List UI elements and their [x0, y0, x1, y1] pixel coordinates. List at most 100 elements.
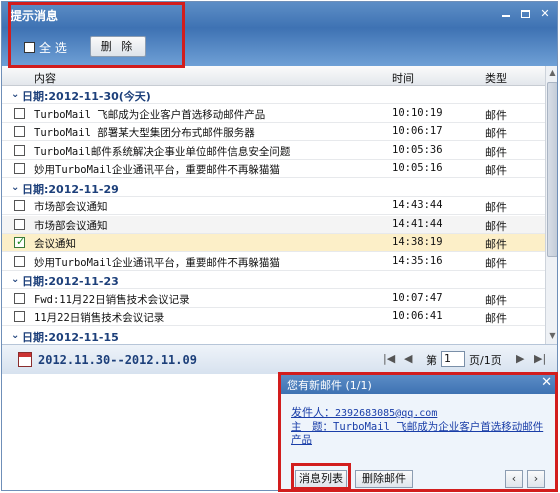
collapse-icon[interactable]: ⌄	[11, 274, 19, 285]
row-checkbox[interactable]	[14, 200, 25, 211]
group-label: 日期:2012-11-23	[22, 275, 119, 288]
message-row[interactable]: TurboMail邮件系统解决企事业单位邮件信息安全问题 10:05:36 邮件	[2, 142, 545, 160]
row-checkbox[interactable]	[14, 126, 25, 137]
message-subject[interactable]: 市场部会议通知	[34, 199, 108, 214]
row-checkbox[interactable]	[14, 107, 25, 119]
window-title: 提示消息	[10, 9, 59, 23]
new-mail-popup: 您有新邮件 (1/1) ✕ 发件人：2392683085@qq.com 主 题：…	[280, 373, 557, 491]
date-group-header[interactable]: ⌄ 日期:2012-11-29	[2, 179, 545, 197]
title-bar[interactable]: 提示消息 ✕	[2, 2, 557, 28]
column-type[interactable]: 类型	[485, 70, 507, 86]
message-subject[interactable]: TurboMail 飞邮成为企业客户首选移动邮件产品	[34, 107, 265, 122]
footer-bar: 2012.11.30--2012.11.09 |◀ ◀ 第 1 页/1页 ▶ ▶…	[2, 344, 557, 374]
page-input[interactable]: 1	[441, 351, 465, 367]
popup-close-icon[interactable]: ✕	[541, 375, 552, 390]
popup-prev-icon[interactable]: ‹	[505, 470, 523, 488]
message-time: 10:06:17	[392, 125, 443, 137]
message-time: 10:07:47	[392, 291, 443, 304]
message-list: ⌄ 日期:2012-11-30(今天) TurboMail 飞邮成为企业客户首选移动…	[2, 86, 545, 344]
row-checkbox[interactable]	[14, 311, 25, 322]
date-group-header[interactable]: ⌄ 日期:2012-11-15	[2, 327, 545, 344]
message-type: 邮件	[485, 164, 507, 177]
message-row[interactable]: 妙用TurboMail企业通讯平台，重要邮件不再躲猫猫 10:05:16 邮件	[2, 160, 545, 178]
delete-button[interactable]: 删 除	[90, 36, 146, 57]
collapse-icon[interactable]: ⌄	[11, 89, 19, 100]
message-subject[interactable]: 11月22日销售技术会议记录	[34, 310, 164, 325]
message-row[interactable]: Fwd:11月22日销售技术会议记录 10:07:47 邮件	[2, 290, 545, 308]
message-time: 10:10:19	[392, 106, 443, 119]
next-page-icon[interactable]: ▶	[516, 352, 524, 365]
message-time: 10:05:36	[392, 143, 443, 156]
close-icon[interactable]: ✕	[537, 6, 553, 22]
toolbar: 全 选 删 除	[2, 28, 557, 66]
scroll-thumb[interactable]	[547, 82, 557, 257]
message-row[interactable]: 会议通知 14:38:19 邮件	[2, 234, 545, 252]
message-row[interactable]: TurboMail 部署某大型集团分布式邮件服务器 10:06:17 邮件	[2, 123, 545, 141]
collapse-icon[interactable]: ⌄	[11, 182, 19, 193]
scroll-down-icon[interactable]: ▼	[546, 329, 557, 343]
select-all-checkbox[interactable]: 全 选	[24, 39, 67, 56]
checkbox-icon[interactable]	[24, 42, 35, 53]
column-content[interactable]: 内容	[34, 70, 56, 86]
message-subject[interactable]: Fwd:11月22日销售技术会议记录	[34, 292, 190, 307]
message-type: 邮件	[485, 145, 507, 159]
collapse-icon[interactable]: ⌄	[11, 330, 19, 341]
message-list-button[interactable]: 消息列表	[295, 470, 347, 488]
column-header: 内容 时间 类型	[2, 66, 545, 86]
message-type: 邮件	[485, 219, 507, 233]
popup-sender[interactable]: 发件人：2392683085@qq.com	[291, 404, 437, 420]
message-subject[interactable]: 妙用TurboMail企业通讯平台，重要邮件不再躲猫猫	[34, 255, 280, 270]
sender-email[interactable]: 2392683085@qq.com	[335, 408, 437, 419]
group-label: 日期:2012-11-30(今天)	[22, 90, 151, 103]
prev-page-icon[interactable]: ◀	[404, 352, 412, 365]
message-type: 邮件	[485, 127, 507, 140]
column-time[interactable]: 时间	[392, 70, 414, 86]
row-checkbox[interactable]	[14, 163, 25, 174]
group-label: 日期:2012-11-29	[22, 182, 119, 196]
minimize-icon[interactable]	[498, 6, 514, 22]
sender-label: 发件人：	[291, 406, 335, 419]
message-time: 14:41:44	[392, 217, 443, 230]
row-checkbox[interactable]	[14, 218, 25, 230]
date-range: 2012.11.30--2012.11.09	[38, 353, 197, 367]
message-row[interactable]: 市场部会议通知 14:41:44 邮件	[2, 215, 545, 234]
scroll-up-icon[interactable]: ▲	[546, 66, 557, 80]
calendar-icon	[18, 352, 32, 367]
message-subject[interactable]: TurboMail邮件系统解决企事业单位邮件信息安全问题	[34, 144, 290, 159]
maximize-icon[interactable]	[517, 6, 533, 22]
message-row[interactable]: 妙用TurboMail企业通讯平台，重要邮件不再躲猫猫 14:35:16 邮件	[2, 253, 545, 271]
vertical-scrollbar[interactable]: ▲ ▼	[545, 66, 557, 344]
message-type: 邮件	[485, 201, 507, 214]
row-checkbox[interactable]	[14, 144, 25, 156]
message-time: 10:06:41	[392, 310, 443, 322]
date-group-header[interactable]: ⌄ 日期:2012-11-23	[2, 271, 545, 289]
message-time: 14:35:16	[392, 254, 443, 267]
date-group-header[interactable]: ⌄ 日期:2012-11-30(今天)	[2, 86, 545, 104]
row-checkbox[interactable]	[14, 255, 25, 267]
row-checkbox[interactable]	[14, 292, 25, 304]
select-all-label: 全 选	[39, 41, 67, 55]
first-page-icon[interactable]: |◀	[383, 352, 395, 365]
popup-next-icon[interactable]: ›	[527, 470, 545, 488]
message-row[interactable]: 11月22日销售技术会议记录 10:06:41 邮件	[2, 308, 545, 326]
delete-mail-button[interactable]: 删除邮件	[355, 470, 413, 488]
message-subject[interactable]: 市场部会议通知	[34, 218, 108, 233]
popup-title: 您有新邮件 (1/1)	[287, 379, 372, 392]
page-label: 第	[426, 354, 437, 367]
message-subject[interactable]: 会议通知	[34, 236, 76, 251]
message-row[interactable]: TurboMail 飞邮成为企业客户首选移动邮件产品 10:10:19 邮件	[2, 105, 545, 123]
popup-subject[interactable]: 主 题：TurboMail 飞邮成为企业客户首选移动邮件产品	[291, 421, 549, 447]
message-time: 10:05:16	[392, 162, 443, 174]
popup-header: 您有新邮件 (1/1) ✕	[281, 374, 556, 394]
message-time: 14:43:44	[392, 199, 443, 211]
message-subject[interactable]: 妙用TurboMail企业通讯平台，重要邮件不再躲猫猫	[34, 162, 280, 177]
last-page-icon[interactable]: ▶|	[534, 352, 546, 365]
subject-label: 主 题：	[291, 421, 333, 433]
message-type: 邮件	[485, 312, 507, 325]
message-subject[interactable]: TurboMail 部署某大型集团分布式邮件服务器	[34, 125, 255, 140]
message-type: 邮件	[485, 256, 507, 270]
row-checkbox[interactable]	[14, 235, 25, 248]
message-row[interactable]: 市场部会议通知 14:43:44 邮件	[2, 197, 545, 215]
message-type: 邮件	[485, 108, 507, 122]
message-type: 邮件	[485, 293, 507, 307]
